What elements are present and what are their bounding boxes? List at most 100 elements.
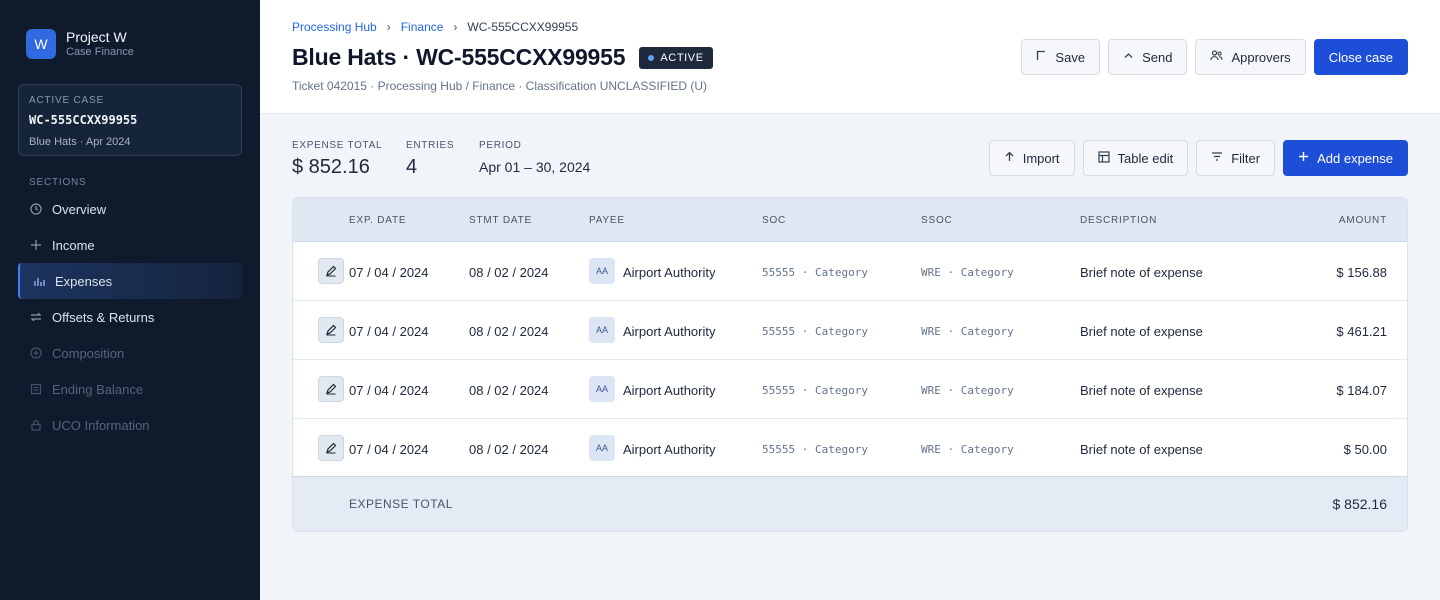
cell-amount: $ 184.07	[1336, 383, 1387, 398]
sidebar-item-label: Expenses	[55, 273, 113, 289]
cell-payee: Airport Authority	[623, 324, 716, 339]
send-icon	[1123, 50, 1134, 64]
table-row[interactable]: 07 / 04 / 2024 08 / 02 / 2024 AA Airport…	[293, 360, 1407, 419]
cell-stmt-date: 08 / 02 / 2024	[469, 324, 549, 339]
import-button[interactable]: Import	[988, 140, 1075, 176]
breadcrumb-processing-hub[interactable]: Processing Hub	[292, 20, 377, 34]
sidebar-item-label: Ending Balance	[52, 381, 144, 397]
breadcrumb-finance[interactable]: Finance	[401, 20, 444, 34]
breadcrumb: Processing Hub › Finance › WC-555CCXX999…	[292, 20, 578, 34]
approvers-button-label: Approvers	[1231, 49, 1291, 65]
active-case-meta: Blue Hats · Apr 2024	[29, 136, 131, 148]
cell-exp-date: 07 / 04 / 2024	[349, 324, 429, 339]
edit-row-button[interactable]	[318, 317, 344, 343]
col-soc[interactable]: SOC	[762, 215, 786, 226]
sidebar-item-expenses[interactable]: Expenses	[18, 263, 242, 299]
expense-total-stat: EXPENSE TOTAL $ 852.16	[292, 140, 382, 179]
save-icon	[1036, 50, 1047, 64]
header-actions: Save Send Approvers Close case	[1021, 39, 1408, 75]
payee-avatar: AA	[589, 435, 615, 461]
brand[interactable]: W Project W Case Finance	[26, 29, 134, 59]
cell-ssoc: WRE · Category	[921, 384, 1014, 397]
add-expense-button[interactable]: Add expense	[1283, 140, 1408, 176]
sidebar-item-income[interactable]: Income	[18, 227, 242, 263]
cell-payee: Airport Authority	[623, 265, 716, 280]
sidebar-item-overview[interactable]: Overview	[18, 191, 242, 227]
active-case-label: ACTIVE CASE	[29, 95, 104, 106]
cell-soc: 55555 · Category	[762, 266, 868, 279]
breadcrumb-separator: ›	[386, 20, 391, 34]
sidebar-item-label: Composition	[52, 345, 125, 361]
table-icon	[1097, 150, 1110, 166]
table-actions: Import Table edit Filter Add expense	[988, 140, 1408, 176]
import-button-label: Import	[1022, 150, 1060, 166]
app-subtitle: Case Finance	[66, 46, 134, 58]
table-edit-button[interactable]: Table edit	[1082, 140, 1189, 176]
circle-plus-icon	[29, 346, 43, 360]
table-row[interactable]: 07 / 04 / 2024 08 / 02 / 2024 AA Airport…	[293, 242, 1407, 301]
clock-icon	[29, 202, 43, 216]
edit-row-button[interactable]	[318, 258, 344, 284]
page-title: Blue Hats · WC-555CCXX99955	[292, 44, 626, 70]
sidebar-item-uco-information: UCO Information	[18, 407, 242, 443]
filter-icon	[1211, 151, 1223, 165]
close-case-button[interactable]: Close case	[1313, 39, 1408, 75]
cell-payee: Airport Authority	[623, 383, 716, 398]
table-edit-button-label: Table edit	[1117, 150, 1174, 166]
cell-ssoc: WRE · Category	[921, 325, 1014, 338]
add-expense-button-label: Add expense	[1317, 150, 1393, 166]
period-stat: PERIOD Apr 01 – 30, 2024	[479, 140, 590, 175]
col-description[interactable]: DESCRIPTION	[1080, 215, 1157, 226]
table-row[interactable]: 07 / 04 / 2024 08 / 02 / 2024 AA Airport…	[293, 419, 1407, 478]
breadcrumb-current: WC-555CCXX99955	[467, 20, 579, 34]
sidebar-item-label: UCO Information	[52, 417, 150, 433]
page-header: Processing Hub › Finance › WC-555CCXX999…	[260, 0, 1440, 114]
case-subline: Ticket 042015 · Processing Hub / Finance…	[292, 79, 708, 93]
cell-description: Brief note of expense	[1080, 383, 1203, 398]
bar-chart-icon	[32, 274, 46, 288]
col-ssoc[interactable]: SSOC	[921, 215, 953, 226]
payee-avatar: AA	[589, 376, 615, 402]
edit-row-button[interactable]	[318, 435, 344, 461]
approvers-button[interactable]: Approvers	[1195, 39, 1306, 75]
save-button[interactable]: Save	[1021, 39, 1101, 75]
cell-exp-date: 07 / 04 / 2024	[349, 383, 429, 398]
plus-icon	[1298, 151, 1309, 165]
active-case-card[interactable]: ACTIVE CASE WC-555CCXX99955 Blue Hats · …	[18, 84, 242, 156]
pencil-icon	[326, 265, 337, 277]
cell-exp-date: 07 / 04 / 2024	[349, 442, 429, 457]
table-footer: EXPENSE TOTAL $ 852.16	[293, 476, 1407, 531]
save-button-label: Save	[1055, 49, 1086, 65]
cell-description: Brief note of expense	[1080, 442, 1203, 457]
app-logo: W	[26, 29, 56, 59]
payee-avatar: AA	[589, 258, 615, 284]
send-button[interactable]: Send	[1108, 39, 1188, 75]
edit-row-button[interactable]	[318, 376, 344, 402]
arrow-up-icon	[1004, 151, 1015, 165]
footer-total-value: $ 852.16	[1332, 496, 1388, 512]
sidebar-item-label: Offsets & Returns	[52, 309, 155, 325]
users-icon	[1210, 50, 1223, 64]
col-stmt-date[interactable]: STMT DATE	[469, 215, 532, 226]
status-badge: ACTIVE	[639, 46, 713, 69]
payee-avatar: AA	[589, 317, 615, 343]
pencil-icon	[326, 383, 337, 395]
col-amount[interactable]: AMOUNT	[1339, 215, 1387, 226]
status-badge-label: ACTIVE	[660, 51, 704, 64]
filter-button[interactable]: Filter	[1196, 140, 1276, 176]
expenses-table: EXP. DATE STMT DATE PAYEE SOC SSOC DESCR…	[292, 197, 1408, 532]
table-row[interactable]: 07 / 04 / 2024 08 / 02 / 2024 AA Airport…	[293, 301, 1407, 360]
ledger-icon	[29, 382, 43, 396]
cell-soc: 55555 · Category	[762, 325, 868, 338]
sidebar-item-label: Income	[52, 237, 95, 253]
cell-stmt-date: 08 / 02 / 2024	[469, 265, 549, 280]
cell-soc: 55555 · Category	[762, 443, 868, 456]
col-payee[interactable]: PAYEE	[589, 215, 625, 226]
entries-value: 4	[406, 156, 418, 178]
cell-amount: $ 461.21	[1336, 324, 1387, 339]
pencil-icon	[326, 442, 337, 454]
breadcrumb-separator: ›	[453, 20, 458, 34]
col-exp-date[interactable]: EXP. DATE	[349, 215, 406, 226]
sidebar-nav: Overview Income Expenses Offsets & Retur…	[18, 191, 242, 443]
sidebar-item-offsets-returns[interactable]: Offsets & Returns	[18, 299, 242, 335]
